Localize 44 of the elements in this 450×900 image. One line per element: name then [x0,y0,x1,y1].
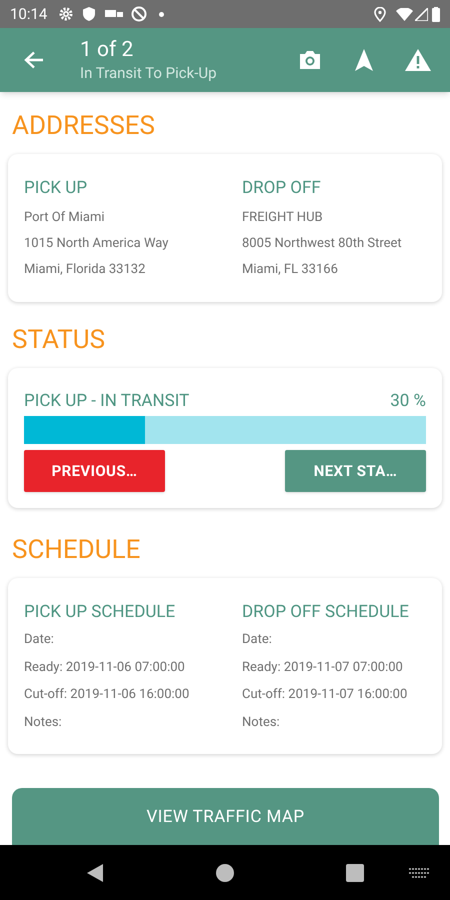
status-time: 10:14 [10,4,48,25]
column-heading: DROP OFF SCHEDULE [242,601,410,624]
address-line: 1015 North America Way [24,235,170,253]
shield-icon [83,7,96,21]
camera-icon [298,50,322,70]
gear-icon [59,7,74,21]
address-line: Port Of Miami [24,209,106,227]
schedule-line: Date: [242,631,273,649]
schedule-line: Ready: 2019-11-06 07:00:00 [24,658,186,676]
back-arrow-icon [24,51,44,69]
schedule-line: Date: [24,631,55,649]
schedule-line: Ready: 2019-11-07 07:00:00 [242,658,404,676]
battery-icon [432,6,440,22]
address-line: Miami, FL 33166 [242,261,339,279]
home-icon[interactable] [216,864,234,882]
navigation-arrow-icon [355,49,373,71]
column-heading: DROP OFF [242,177,322,200]
app-title: 1 of 2 [80,37,134,63]
schedule-line: Notes: [242,714,281,732]
section-heading: SCHEDULE [11,534,142,566]
address-line: Miami, Florida 33132 [24,261,146,279]
previous-status-button[interactable]: PREVIOUS… [24,450,165,492]
section-heading: ADDRESSES [11,110,156,142]
address-line: 8005 Northwest 80th Street [242,235,403,253]
schedule-line: Cut-off: 2019-11-07 16:00:00 [242,686,408,704]
column-heading: PICK UP SCHEDULE [24,601,176,624]
next-status-button[interactable]: NEXT STA… [285,450,426,492]
view-traffic-map-button[interactable]: VIEW TRAFFIC MAP [12,788,439,848]
column-heading: PICK UP [24,177,88,200]
signal-icon [415,8,428,20]
back-icon[interactable] [87,864,103,882]
status-label: PICK UP - IN TRANSIT [24,390,190,412]
location-icon [374,6,386,22]
section-heading: STATUS [11,324,106,356]
circle-icon [131,6,148,22]
wifi-icon [396,8,413,20]
warning-icon [405,49,431,71]
dot-icon [159,12,164,16]
app-subtitle: In Transit To Pick-Up [80,63,217,83]
address-line: FREIGHT HUB [242,209,324,227]
progress-percent: 30 % [390,390,426,412]
keyboard-icon[interactable] [409,868,429,878]
schedule-line: Cut-off: 2019-11-06 16:00:00 [24,686,190,704]
schedule-line: Notes: [24,714,63,732]
